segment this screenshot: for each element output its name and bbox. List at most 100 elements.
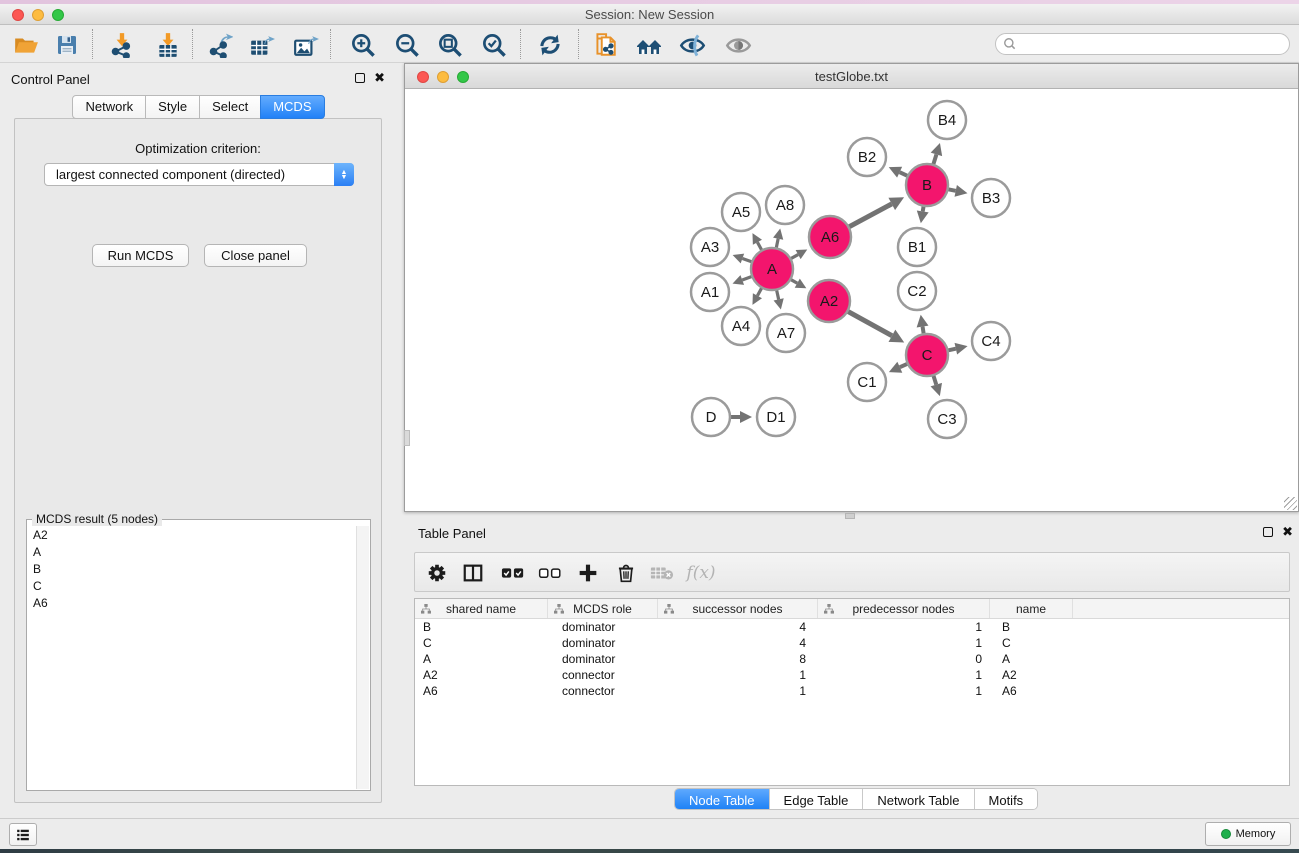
- cell-MCDS-role[interactable]: connector: [548, 668, 658, 682]
- cell-successor-nodes[interactable]: 4: [658, 636, 818, 650]
- column-header-successor-nodes[interactable]: successor nodes: [658, 599, 818, 618]
- mcds-result-item[interactable]: B: [28, 560, 355, 577]
- search-field[interactable]: [995, 33, 1290, 55]
- network-graph[interactable]: B4B2BB3A8A5A6A3B1AC2A1A2A4A7C4CC1C3DD1: [405, 89, 1298, 511]
- tab-network[interactable]: Network: [72, 95, 146, 119]
- cell-predecessor-nodes[interactable]: 0: [818, 652, 990, 666]
- tab-edge-table[interactable]: Edge Table: [770, 789, 864, 809]
- zoom-out-icon[interactable]: [392, 30, 422, 60]
- open-file-icon[interactable]: [11, 30, 41, 60]
- cell-shared-name[interactable]: A: [415, 652, 548, 666]
- splitter-handle-bottom[interactable]: [845, 513, 855, 519]
- node-table[interactable]: shared nameMCDS rolesuccessor nodesprede…: [414, 598, 1290, 786]
- memory-button[interactable]: Memory: [1205, 822, 1291, 846]
- zoom-in-icon[interactable]: [348, 30, 378, 60]
- import-network-icon[interactable]: [107, 30, 137, 60]
- tab-select[interactable]: Select: [199, 95, 261, 119]
- table-row[interactable]: A2connector11A2: [415, 667, 1289, 683]
- cell-shared-name[interactable]: A6: [415, 684, 548, 698]
- cell-successor-nodes[interactable]: 4: [658, 620, 818, 634]
- deselect-all-icon[interactable]: [536, 560, 564, 586]
- column-header-shared-name[interactable]: shared name: [415, 599, 548, 618]
- cell-shared-name[interactable]: B: [415, 620, 548, 634]
- save-session-icon[interactable]: [52, 30, 82, 60]
- cell-name[interactable]: A2: [990, 668, 1073, 682]
- arrowhead-icon: [955, 185, 968, 197]
- table-row[interactable]: A6connector11A6: [415, 683, 1289, 699]
- column-header-MCDS-role[interactable]: MCDS role: [548, 599, 658, 618]
- cell-name[interactable]: A: [990, 652, 1073, 666]
- table-row[interactable]: Bdominator41B: [415, 619, 1289, 635]
- cell-predecessor-nodes[interactable]: 1: [818, 684, 990, 698]
- zoom-fit-icon[interactable]: [435, 30, 465, 60]
- edge-A6-B[interactable]: [847, 204, 892, 228]
- zoom-window-button[interactable]: [52, 9, 64, 21]
- window-resize-grip[interactable]: [1284, 497, 1297, 510]
- cell-MCDS-role[interactable]: dominator: [548, 636, 658, 650]
- hide-details-icon[interactable]: [677, 30, 707, 60]
- clone-network-icon[interactable]: [590, 30, 620, 60]
- cell-MCDS-role[interactable]: connector: [548, 684, 658, 698]
- tab-node-table[interactable]: Node Table: [675, 789, 770, 809]
- cell-shared-name[interactable]: C: [415, 636, 548, 650]
- gear-icon[interactable]: [423, 560, 451, 586]
- cell-predecessor-nodes[interactable]: 1: [818, 636, 990, 650]
- close-panel-icon[interactable]: ✖: [374, 73, 385, 83]
- graph-node-label: A5: [732, 204, 750, 221]
- edge-A2-C[interactable]: [846, 310, 892, 336]
- tab-network-table[interactable]: Network Table: [863, 789, 974, 809]
- mcds-result-item[interactable]: C: [28, 577, 355, 594]
- cell-MCDS-role[interactable]: dominator: [548, 652, 658, 666]
- select-all-icon[interactable]: [499, 560, 527, 586]
- splitter-handle-left[interactable]: [404, 430, 410, 446]
- close-table-panel-icon[interactable]: ✖: [1282, 527, 1293, 537]
- show-details-icon[interactable]: [723, 30, 753, 60]
- search-input[interactable]: [1017, 35, 1289, 53]
- network-zoom-button[interactable]: [457, 71, 469, 83]
- network-minimize-button[interactable]: [437, 71, 449, 83]
- zoom-selected-icon[interactable]: [479, 30, 509, 60]
- delete-icon[interactable]: [612, 560, 640, 586]
- result-scrollbar[interactable]: [356, 526, 369, 789]
- cell-shared-name[interactable]: A2: [415, 668, 548, 682]
- add-icon[interactable]: [574, 560, 602, 586]
- refresh-icon[interactable]: [535, 30, 565, 60]
- network-window-titlebar[interactable]: testGlobe.txt: [405, 64, 1298, 89]
- cell-predecessor-nodes[interactable]: 1: [818, 620, 990, 634]
- minimize-window-button[interactable]: [32, 9, 44, 21]
- criterion-dropdown[interactable]: largest connected component (directed) ▲…: [44, 163, 354, 186]
- task-history-button[interactable]: [9, 823, 37, 846]
- export-table-icon[interactable]: [247, 30, 277, 60]
- mcds-result-item[interactable]: A: [28, 543, 355, 560]
- tab-motifs[interactable]: Motifs: [975, 789, 1038, 809]
- cell-name[interactable]: C: [990, 636, 1073, 650]
- cell-name[interactable]: A6: [990, 684, 1073, 698]
- export-network-icon[interactable]: [205, 30, 235, 60]
- columns-icon[interactable]: [459, 560, 487, 586]
- float-table-panel-icon[interactable]: [1263, 527, 1273, 537]
- table-row[interactable]: Cdominator41C: [415, 635, 1289, 651]
- column-header-name[interactable]: name: [990, 599, 1073, 618]
- mcds-result-item[interactable]: A2: [28, 526, 355, 543]
- cell-successor-nodes[interactable]: 1: [658, 668, 818, 682]
- close-window-button[interactable]: [12, 9, 24, 21]
- mcds-result-item[interactable]: A6: [28, 594, 355, 611]
- network-close-button[interactable]: [417, 71, 429, 83]
- column-header-predecessor-nodes[interactable]: predecessor nodes: [818, 599, 990, 618]
- export-image-icon[interactable]: [291, 30, 321, 60]
- cell-successor-nodes[interactable]: 1: [658, 684, 818, 698]
- mcds-result-list[interactable]: A2ABCA6: [28, 526, 355, 789]
- close-panel-button[interactable]: Close panel: [204, 244, 307, 267]
- tab-mcds[interactable]: MCDS: [260, 95, 324, 119]
- network-canvas[interactable]: B4B2BB3A8A5A6A3B1AC2A1A2A4A7C4CC1C3DD1: [405, 89, 1298, 511]
- table-row[interactable]: Adominator80A: [415, 651, 1289, 667]
- first-neighbors-icon[interactable]: [634, 30, 664, 60]
- tab-style[interactable]: Style: [145, 95, 200, 119]
- cell-successor-nodes[interactable]: 8: [658, 652, 818, 666]
- cell-name[interactable]: B: [990, 620, 1073, 634]
- run-mcds-button[interactable]: Run MCDS: [92, 244, 189, 267]
- cell-MCDS-role[interactable]: dominator: [548, 620, 658, 634]
- float-panel-icon[interactable]: [355, 73, 365, 83]
- import-table-icon[interactable]: [153, 30, 183, 60]
- cell-predecessor-nodes[interactable]: 1: [818, 668, 990, 682]
